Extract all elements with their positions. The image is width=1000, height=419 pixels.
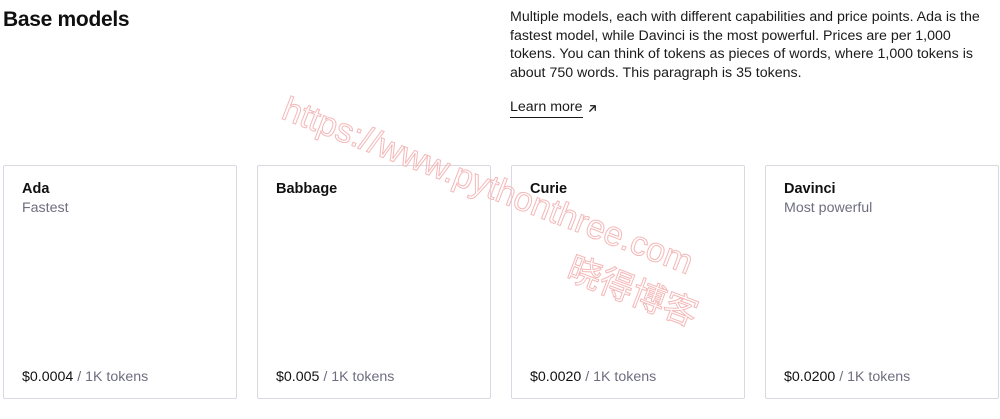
model-name: Curie (530, 181, 568, 197)
model-cards: Ada Fastest $0.0004 / 1K tokens Babbage … (3, 165, 999, 399)
model-card-curie[interactable]: Curie $0.0020 / 1K tokens (511, 165, 745, 399)
learn-more-link[interactable]: Learn more (510, 99, 598, 118)
model-name: Davinci (784, 181, 836, 197)
model-price-line: $0.0200 / 1K tokens (784, 369, 910, 385)
learn-more-label: Learn more (510, 99, 583, 118)
model-price-line: $0.0004 / 1K tokens (22, 369, 148, 385)
model-price: $0.0200 (784, 369, 836, 385)
model-card-davinci[interactable]: Davinci Most powerful $0.0200 / 1K token… (765, 165, 999, 399)
model-price: $0.005 (276, 369, 320, 385)
model-price: $0.0020 (530, 369, 582, 385)
model-description: Most powerful (784, 200, 873, 216)
model-description: Fastest (22, 200, 69, 216)
model-price-line: $0.0020 / 1K tokens (530, 369, 656, 385)
model-price-unit: / 1K tokens (835, 369, 911, 385)
page-title: Base models (3, 8, 130, 31)
model-price-unit: / 1K tokens (73, 369, 149, 385)
model-name: Babbage (276, 181, 338, 197)
model-card-ada[interactable]: Ada Fastest $0.0004 / 1K tokens (3, 165, 237, 399)
model-card-babbage[interactable]: Babbage $0.005 / 1K tokens (257, 165, 491, 399)
arrow-up-right-icon (588, 105, 596, 112)
model-price-line: $0.005 / 1K tokens (276, 369, 394, 385)
intro-section: Multiple models, each with different cap… (510, 8, 995, 118)
model-name: Ada (22, 181, 50, 197)
model-price: $0.0004 (22, 369, 74, 385)
model-price-unit: / 1K tokens (581, 369, 657, 385)
model-price-unit: / 1K tokens (319, 369, 395, 385)
intro-description: Multiple models, each with different cap… (510, 9, 980, 81)
